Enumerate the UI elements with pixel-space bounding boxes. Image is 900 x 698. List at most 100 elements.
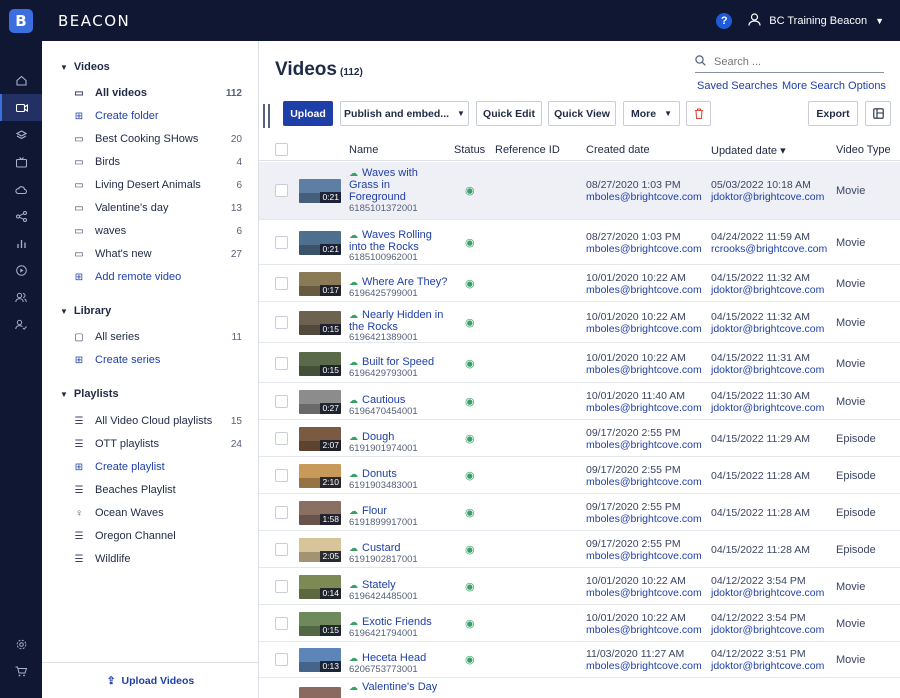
table-row[interactable]: 0:13 ☁ Heceta Head 6206753773001 ◉ 11/03/2020… xyxy=(259,642,900,678)
video-name-link[interactable]: ☁ Donuts xyxy=(349,468,449,480)
video-thumbnail[interactable]: 0:21 xyxy=(299,179,341,203)
updated-by-link[interactable]: jdoktor@brightcove.com xyxy=(711,284,824,296)
row-checkbox[interactable] xyxy=(275,617,288,630)
row-checkbox[interactable] xyxy=(275,277,288,290)
video-thumbnail[interactable]: 0:17 xyxy=(299,272,341,296)
created-by-link[interactable]: mboles@brightcove.com xyxy=(586,243,702,255)
table-row[interactable]: 0:21 ☁ Waves with Grass in Foreground 61851… xyxy=(259,162,900,220)
sidebar-item-playlist[interactable]: ☰ Oregon Channel xyxy=(72,526,242,546)
tv-icon[interactable] xyxy=(0,149,42,176)
sidebar-item-create-playlist[interactable]: ⊞ Create playlist xyxy=(72,457,242,477)
created-by-link[interactable]: mboles@brightcove.com xyxy=(586,476,702,488)
sidebar-item-all-videos[interactable]: ▭ All videos 112 xyxy=(72,83,242,103)
table-row[interactable]: 0:17 ☁ Where Are They? 6196425799001 ◉ 10/01/… xyxy=(259,266,900,302)
video-name-link[interactable]: ☁ Built for Speed xyxy=(349,356,449,368)
video-name-link[interactable]: ☁ Heceta Head xyxy=(349,652,449,664)
created-by-link[interactable]: mboles@brightcove.com xyxy=(586,402,702,414)
cart-icon[interactable] xyxy=(0,658,42,685)
video-name-link[interactable]: ☁ Valentine's Day xyxy=(349,681,449,693)
section-library[interactable]: ▼ Library xyxy=(60,305,111,317)
video-name-link[interactable]: ☁ Where Are They? xyxy=(349,276,449,288)
export-button[interactable]: Export xyxy=(808,101,858,126)
row-checkbox[interactable] xyxy=(275,506,288,519)
created-by-link[interactable]: mboles@brightcove.com xyxy=(586,284,702,296)
video-thumbnail[interactable]: 0:13 xyxy=(299,648,341,672)
row-checkbox[interactable] xyxy=(275,469,288,482)
sidebar-item-folder[interactable]: ▭ Birds 4 xyxy=(72,152,242,172)
table-row[interactable]: 2:05 ☁ Custard 6191902817001 ◉ 09/17/2020 2:5… xyxy=(259,532,900,568)
updated-by-link[interactable]: jdoktor@brightcove.com xyxy=(711,364,824,376)
sidebar-item-folder[interactable]: ▭ Best Cooking SHows 20 xyxy=(72,129,242,149)
created-by-link[interactable]: mboles@brightcove.com xyxy=(586,550,702,562)
updated-by-link[interactable]: jdoktor@brightcove.com xyxy=(711,624,824,636)
updated-by-link[interactable]: jdoktor@brightcove.com xyxy=(711,323,824,335)
sidebar-item-folder[interactable]: ▭ Valentine's day 13 xyxy=(72,198,242,218)
layers-icon[interactable] xyxy=(0,122,42,149)
updated-by-link[interactable]: jdoktor@brightcove.com xyxy=(711,587,824,599)
row-checkbox[interactable] xyxy=(275,236,288,249)
col-video-type[interactable]: Video Type xyxy=(836,144,891,156)
chevron-down-icon[interactable]: ▼ xyxy=(875,16,884,26)
sidebar-item-playlist[interactable]: ☰ OTT playlists 24 xyxy=(72,434,242,454)
col-status[interactable]: Status xyxy=(454,144,485,156)
share-icon[interactable] xyxy=(0,203,42,230)
users-icon[interactable] xyxy=(0,284,42,311)
settings-gear-icon[interactable] xyxy=(0,631,42,658)
col-name[interactable]: Name xyxy=(349,144,378,156)
row-checkbox[interactable] xyxy=(275,395,288,408)
saved-searches-link[interactable]: Saved Searches xyxy=(697,80,778,92)
sidebar-item-playlist[interactable]: ☰ Beaches Playlist xyxy=(72,480,242,500)
row-checkbox[interactable] xyxy=(275,580,288,593)
sidebar-item-folder[interactable]: ▭ What's new 27 xyxy=(72,244,242,264)
more-search-options-link[interactable]: More Search Options xyxy=(782,80,886,92)
help-icon[interactable]: ? xyxy=(716,12,733,29)
video-thumbnail[interactable]: 0:27 xyxy=(299,390,341,414)
search-input[interactable] xyxy=(714,55,864,68)
video-name-link[interactable]: ☁ Waves with Grass in Foreground xyxy=(349,167,449,203)
section-playlists[interactable]: ▼ Playlists xyxy=(60,388,119,400)
video-thumbnail[interactable]: 0:15 xyxy=(299,612,341,636)
app-logo[interactable]: B xyxy=(0,0,42,41)
table-row[interactable]: ☁ Valentine's Day xyxy=(259,679,900,698)
cloud-icon[interactable] xyxy=(0,176,42,203)
col-created-date[interactable]: Created date xyxy=(586,144,650,156)
video-thumbnail[interactable]: 0:14 xyxy=(299,575,341,599)
video-name-link[interactable]: ☁ Custard xyxy=(349,542,449,554)
created-by-link[interactable]: mboles@brightcove.com xyxy=(586,191,702,203)
table-row[interactable]: 0:15 ☁ Exotic Friends 6196421794001 ◉ 10/01/2… xyxy=(259,606,900,642)
upload-button[interactable]: Upload xyxy=(283,101,333,126)
created-by-link[interactable]: mboles@brightcove.com xyxy=(586,439,702,451)
video-thumbnail[interactable]: 1:58 xyxy=(299,501,341,525)
video-thumbnail[interactable]: 0:15 xyxy=(299,352,341,376)
updated-by-link[interactable]: jdoktor@brightcove.com xyxy=(711,191,824,203)
table-row[interactable]: 0:27 ☁ Cautious 6196470454001 ◉ 10/01/2020 11… xyxy=(259,384,900,420)
row-checkbox[interactable] xyxy=(275,432,288,445)
created-by-link[interactable]: mboles@brightcove.com xyxy=(586,624,702,636)
sidebar-item-playlist[interactable]: ♀ Ocean Waves xyxy=(72,503,242,523)
home-icon[interactable] xyxy=(0,67,42,94)
quick-edit-button[interactable]: Quick Edit xyxy=(476,101,542,126)
column-settings-button[interactable] xyxy=(865,101,891,126)
analytics-icon[interactable] xyxy=(0,230,42,257)
col-reference-id[interactable]: Reference ID xyxy=(495,144,560,156)
user-menu-label[interactable]: BC Training Beacon xyxy=(769,15,867,27)
search-box[interactable] xyxy=(695,51,884,73)
video-thumbnail[interactable]: 2:07 xyxy=(299,427,341,451)
video-name-link[interactable]: ☁ Dough xyxy=(349,431,449,443)
select-all-checkbox[interactable] xyxy=(275,143,288,156)
sidebar-item-add-remote-video[interactable]: ⊞ Add remote video xyxy=(72,267,242,287)
video-name-link[interactable]: ☁ Flour xyxy=(349,505,449,517)
video-name-link[interactable]: ☁ Nearly Hidden in the Rocks xyxy=(349,309,449,333)
video-icon[interactable] xyxy=(0,94,42,121)
sidebar-item-create-series[interactable]: ⊞ Create series xyxy=(72,350,242,370)
created-by-link[interactable]: mboles@brightcove.com xyxy=(586,587,702,599)
table-row[interactable]: 0:21 ☁ Waves Rolling into the Rocks 6185100… xyxy=(259,221,900,265)
sidebar-item-folder[interactable]: ▭ waves 6 xyxy=(72,221,242,241)
video-name-link[interactable]: ☁ Cautious xyxy=(349,394,449,406)
video-thumbnail[interactable]: 0:21 xyxy=(299,231,341,255)
row-checkbox[interactable] xyxy=(275,184,288,197)
video-thumbnail[interactable]: 2:05 xyxy=(299,538,341,562)
sidebar-item-all-series[interactable]: ▢ All series 11 xyxy=(72,327,242,347)
play-circle-icon[interactable] xyxy=(0,257,42,284)
video-thumbnail[interactable]: 2:10 xyxy=(299,464,341,488)
